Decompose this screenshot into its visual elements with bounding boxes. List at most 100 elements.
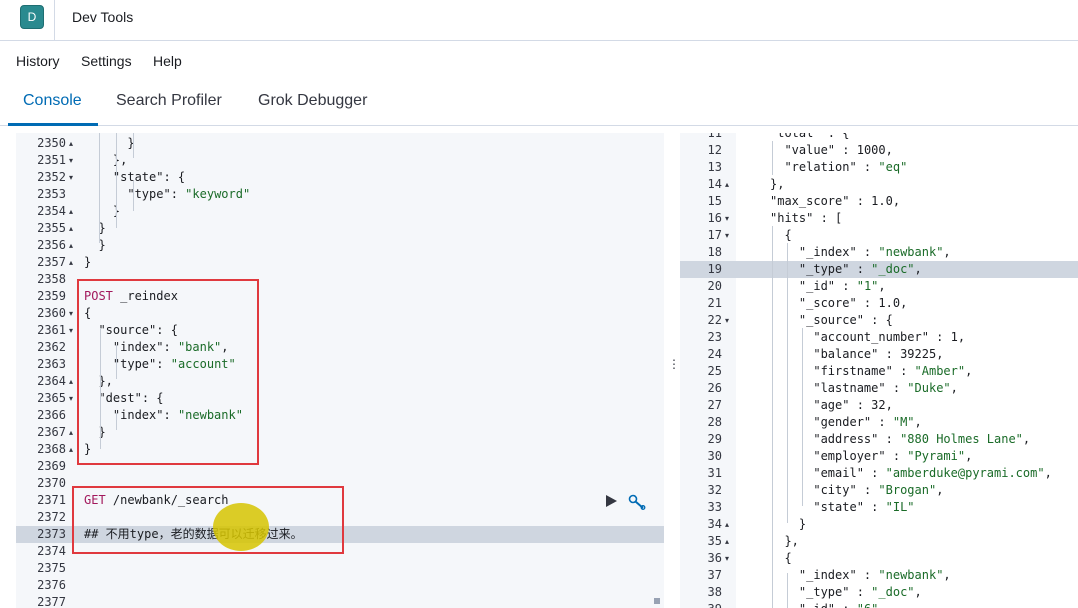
fold-open-icon[interactable]: ▾ <box>725 312 729 329</box>
code-text: "city" : "Brogan", <box>813 483 944 497</box>
code-line[interactable]: 21 "_score" : 1.0, <box>680 295 1078 312</box>
line-number: 26 <box>707 381 722 395</box>
code-line[interactable]: 34 ▴ } <box>680 516 1078 533</box>
indent-guide <box>99 133 100 243</box>
code-line[interactable]: 2352 ▾ "state": { <box>16 169 664 186</box>
line-number: 35 <box>707 534 722 548</box>
fold-closed-icon[interactable]: ▴ <box>69 441 73 458</box>
menu-help[interactable]: Help <box>153 53 182 69</box>
response-editor[interactable]: 11 "total" : {12 "value" : 1000, 13 "relat… <box>680 133 1078 608</box>
code-line[interactable]: 2357 ▴} <box>16 254 664 271</box>
line-number: 2369 <box>37 459 66 473</box>
code-line[interactable]: 2354 ▴ } <box>16 203 664 220</box>
line-number: 2373 <box>37 527 66 541</box>
fold-closed-icon[interactable]: ▴ <box>69 237 73 254</box>
code-line[interactable]: 32 "city" : "Brogan", <box>680 482 1078 499</box>
fold-open-icon[interactable]: ▾ <box>69 169 73 186</box>
code-line[interactable]: 12 "value" : 1000, <box>680 142 1078 159</box>
code-line[interactable]: 24 "balance" : 39225, <box>680 346 1078 363</box>
indent-guide <box>772 226 773 608</box>
indent-guide <box>787 243 788 523</box>
fold-open-icon[interactable]: ▾ <box>69 152 73 169</box>
fold-closed-icon[interactable]: ▴ <box>725 533 729 550</box>
code-line[interactable]: 11 "total" : { <box>680 133 1078 142</box>
code-line[interactable]: 33 "state" : "IL" <box>680 499 1078 516</box>
fold-open-icon[interactable]: ▾ <box>725 227 729 244</box>
line-number: 2376 <box>37 578 66 592</box>
code-line[interactable]: 16 ▾ "hits" : [ <box>680 210 1078 227</box>
play-icon[interactable] <box>604 494 618 508</box>
code-text: "balance" : 39225, <box>813 347 944 361</box>
pane-resize-handle[interactable]: ⋮ <box>668 358 680 378</box>
top-header: D Dev Tools <box>0 0 1078 41</box>
line-number: 27 <box>707 398 722 412</box>
code-text: "total" : { <box>770 133 850 140</box>
code-line[interactable]: 2350 ▴ } <box>16 135 664 152</box>
code-line[interactable]: 28 "gender" : "M", <box>680 414 1078 431</box>
fold-open-icon[interactable]: ▾ <box>69 322 73 339</box>
code-line[interactable]: 36 ▾ { <box>680 550 1078 567</box>
code-line[interactable]: 35 ▴ }, <box>680 533 1078 550</box>
code-line[interactable]: 20 "_id" : "1", <box>680 278 1078 295</box>
code-line[interactable]: 30 "employer" : "Pyrami", <box>680 448 1078 465</box>
fold-closed-icon[interactable]: ▴ <box>69 220 73 237</box>
tab-grok-debugger[interactable]: Grok Debugger <box>258 92 367 110</box>
code-text: "_type" : "_doc", <box>798 262 922 276</box>
fold-closed-icon[interactable]: ▴ <box>69 424 73 441</box>
code-line[interactable]: 18 "_index" : "newbank", <box>680 244 1078 261</box>
code-line[interactable]: 15 "max_score" : 1.0, <box>680 193 1078 210</box>
fold-closed-icon[interactable]: ▴ <box>725 516 729 533</box>
fold-closed-icon[interactable]: ▴ <box>69 373 73 390</box>
line-number: 2362 <box>37 340 66 354</box>
menu-history[interactable]: History <box>16 53 60 69</box>
scrollbar-thumb[interactable] <box>654 598 660 604</box>
code-line[interactable]: 2351 ▾ }, <box>16 152 664 169</box>
code-line[interactable]: 27 "age" : 32, <box>680 397 1078 414</box>
line-number: 2361 <box>37 323 66 337</box>
code-line[interactable]: 29 "address" : "880 Holmes Lane", <box>680 431 1078 448</box>
code-line[interactable]: 31 "email" : "amberduke@pyrami.com", <box>680 465 1078 482</box>
code-line[interactable]: 2377 <box>16 594 664 608</box>
tab-search-profiler[interactable]: Search Profiler <box>116 92 222 110</box>
code-line[interactable]: 38 "_type" : "_doc", <box>680 584 1078 601</box>
code-line[interactable]: 2356 ▴ } <box>16 237 664 254</box>
code-line[interactable]: 13 "relation" : "eq" <box>680 159 1078 176</box>
fold-open-icon[interactable]: ▾ <box>725 210 729 227</box>
code-line[interactable]: 2375 <box>16 560 664 577</box>
page-title: Dev Tools <box>72 9 134 25</box>
code-text: } <box>84 221 106 235</box>
code-line[interactable]: 19 "_type" : "_doc", <box>680 261 1078 278</box>
code-line[interactable]: 22 ▾ "_source" : { <box>680 312 1078 329</box>
code-line[interactable]: 2376 <box>16 577 664 594</box>
fold-closed-icon[interactable]: ▴ <box>69 254 73 271</box>
line-number: 2365 <box>37 391 66 405</box>
line-number: 30 <box>707 449 722 463</box>
code-text: } <box>84 204 121 218</box>
code-line[interactable]: 23 "account_number" : 1, <box>680 329 1078 346</box>
fold-open-icon[interactable]: ▾ <box>69 305 73 322</box>
code-line[interactable]: 37 "_index" : "newbank", <box>680 567 1078 584</box>
wrench-icon[interactable] <box>628 494 646 510</box>
indent-guide <box>802 328 803 506</box>
code-line[interactable]: 26 "lastname" : "Duke", <box>680 380 1078 397</box>
indent-guide <box>787 573 788 608</box>
code-line[interactable]: 39 "_id" : "6", <box>680 601 1078 608</box>
code-line[interactable]: 14 ▴}, <box>680 176 1078 193</box>
code-text: "address" : "880 Holmes Lane", <box>813 432 1031 446</box>
app-icon[interactable]: D <box>20 5 44 29</box>
code-line[interactable]: 2355 ▴ } <box>16 220 664 237</box>
fold-closed-icon[interactable]: ▴ <box>69 203 73 220</box>
line-number: 21 <box>707 296 722 310</box>
line-number: 2352 <box>37 170 66 184</box>
code-line[interactable]: 17 ▾ { <box>680 227 1078 244</box>
code-text: } <box>770 517 807 531</box>
code-line[interactable]: 2353 "type": "keyword" <box>16 186 664 203</box>
code-line[interactable]: 25 "firstname" : "Amber", <box>680 363 1078 380</box>
fold-closed-icon[interactable]: ▴ <box>725 176 729 193</box>
menu-settings[interactable]: Settings <box>81 53 132 69</box>
line-number: 36 <box>707 551 722 565</box>
fold-open-icon[interactable]: ▾ <box>725 550 729 567</box>
fold-open-icon[interactable]: ▾ <box>69 390 73 407</box>
fold-closed-icon[interactable]: ▴ <box>69 135 73 152</box>
tab-console[interactable]: Console <box>23 92 82 110</box>
